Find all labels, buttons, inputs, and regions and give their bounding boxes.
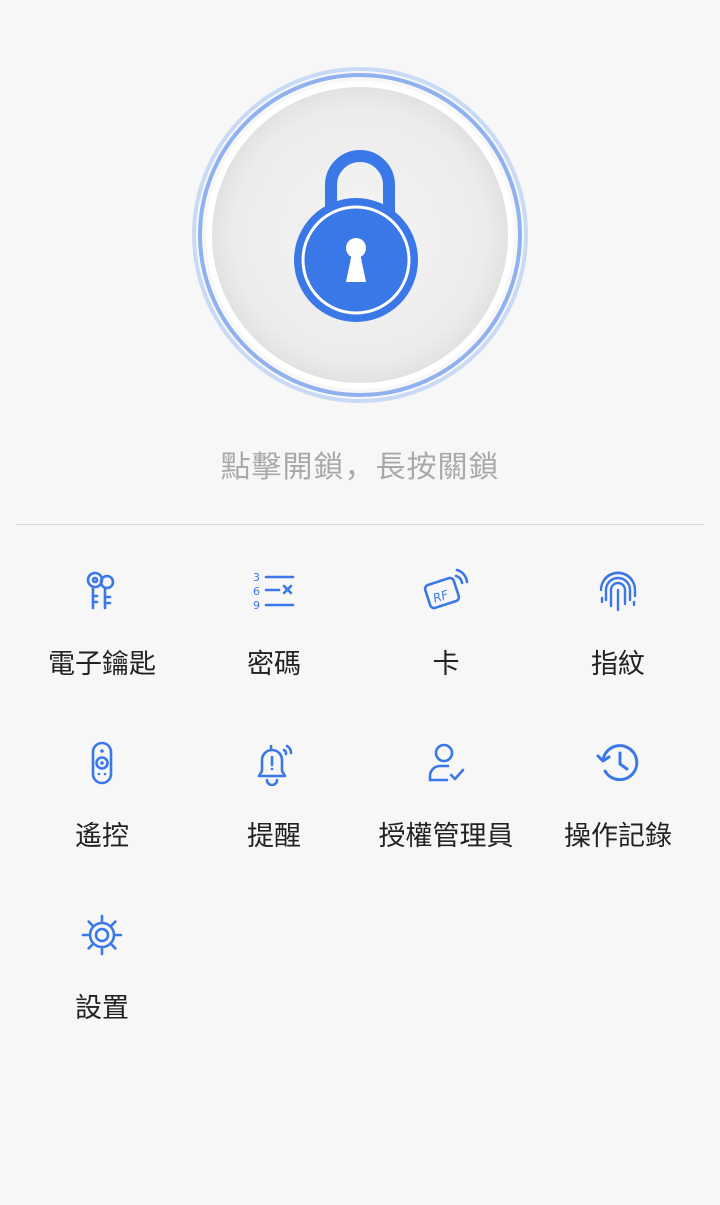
menu-item-label: 密碼 [247, 649, 301, 680]
menu-item-admin[interactable]: 授權管理員 [360, 712, 532, 872]
menu-item-label: 操作記錄 [564, 821, 672, 852]
menu-item-reminder[interactable]: 提醒 [188, 712, 360, 872]
menu-item-ekeys[interactable]: 電子鑰匙 [16, 540, 188, 700]
fingerprint-icon [595, 568, 641, 614]
padlock-icon [192, 67, 528, 403]
menu-item-label: 遙控 [75, 821, 129, 852]
rf-card-icon: RF [423, 568, 469, 614]
menu-item-label: 電子鑰匙 [48, 649, 156, 680]
bell-alert-icon [251, 740, 297, 786]
menu-item-label: 提醒 [247, 821, 301, 852]
passcode-icon: 3 6 9 [251, 568, 297, 614]
menu-item-settings[interactable]: 設置 [16, 884, 188, 1044]
menu-item-label: 授權管理員 [378, 821, 514, 852]
svg-text:9: 9 [253, 599, 260, 612]
menu-item-remote[interactable]: 遙控 [16, 712, 188, 872]
unlock-button[interactable] [192, 67, 528, 403]
menu-item-passcode[interactable]: 3 6 9 密碼 [188, 540, 360, 700]
svg-text:3: 3 [253, 571, 260, 584]
lock-screen: 點擊開鎖，長按關鎖 電子鑰匙 3 6 9 密碼 RF 卡 指紋 遙控 提醒 授權… [0, 0, 720, 1205]
menu-item-label: 指紋 [591, 649, 645, 680]
menu-item-card[interactable]: RF 卡 [360, 540, 532, 700]
remote-icon [79, 740, 125, 786]
divider [16, 524, 704, 525]
menu-item-fingerprint[interactable]: 指紋 [532, 540, 704, 700]
lock-hint: 點擊開鎖，長按關鎖 [220, 450, 500, 485]
menu-item-history[interactable]: 操作記錄 [532, 712, 704, 872]
gear-icon [79, 912, 125, 958]
history-icon [595, 740, 641, 786]
lock-panel [0, 0, 720, 420]
menu-item-label: 卡 [432, 649, 460, 680]
menu-item-label: 設置 [75, 993, 129, 1024]
keys-icon [79, 568, 125, 614]
svg-text:6: 6 [253, 585, 260, 598]
admin-user-icon [423, 740, 469, 786]
